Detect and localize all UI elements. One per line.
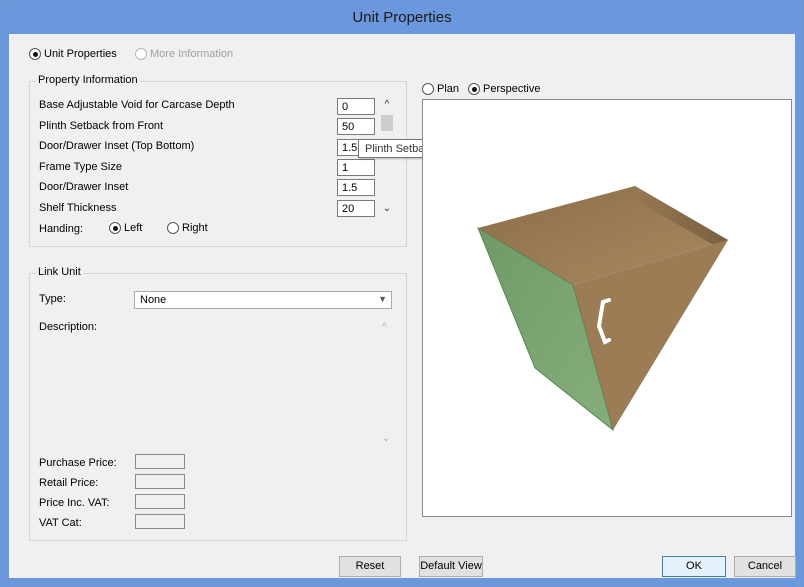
- perspective-view-radio[interactable]: Perspective: [468, 83, 540, 95]
- vat-cat-field[interactable]: [135, 514, 185, 529]
- price-inc-vat-label: Price Inc. VAT:: [39, 497, 110, 509]
- reset-button[interactable]: Reset: [339, 556, 401, 577]
- shelf-thickness-input[interactable]: 20: [337, 200, 375, 217]
- frame-type-size-label: Frame Type Size: [39, 161, 122, 173]
- scroll-down-icon[interactable]: ⌄: [382, 433, 390, 444]
- radio-selected-icon: [29, 48, 41, 60]
- type-label: Type:: [39, 293, 66, 305]
- frame-type-size-input[interactable]: 1: [337, 159, 375, 176]
- scroll-down-icon[interactable]: ⌄: [379, 203, 395, 214]
- ok-button[interactable]: OK: [662, 556, 726, 577]
- link-type-value: None: [140, 294, 167, 306]
- more-information-radio[interactable]: More Information: [135, 48, 233, 60]
- handing-right-radio[interactable]: Right: [167, 222, 208, 234]
- more-information-label: More Information: [150, 48, 234, 60]
- scroll-up-icon[interactable]: ^: [382, 322, 387, 333]
- link-unit-legend: Link Unit: [36, 266, 83, 278]
- dropdown-arrow-icon[interactable]: ▼: [378, 294, 387, 304]
- handing-left-radio[interactable]: Left: [109, 222, 142, 234]
- retail-price-label: Retail Price:: [39, 477, 99, 489]
- retail-price-field[interactable]: [135, 474, 185, 489]
- property-scrollbar[interactable]: ^ ⌄: [379, 97, 395, 219]
- window-border-bottom: [1, 578, 804, 586]
- radio-selected-icon: [468, 83, 480, 95]
- scroll-up-icon[interactable]: ^: [379, 99, 395, 110]
- radio-selected-icon: [109, 222, 121, 234]
- plan-view-radio[interactable]: Plan: [422, 83, 459, 95]
- description-label: Description:: [39, 321, 98, 333]
- window-border-left: [1, 34, 9, 587]
- base-adjustable-void-label: Base Adjustable Void for Carcase Depth: [39, 99, 235, 111]
- plinth-setback-input[interactable]: 50: [337, 118, 375, 135]
- unit-properties-window: Unit Properties Unit Properties More Inf…: [0, 0, 804, 587]
- unit-properties-label: Unit Properties: [44, 48, 117, 60]
- shelf-thickness-label: Shelf Thickness: [39, 202, 117, 214]
- description-area[interactable]: [134, 317, 394, 451]
- perspective-view-label: Perspective: [483, 83, 541, 95]
- vat-cat-label: VAT Cat:: [39, 517, 82, 529]
- base-adjustable-void-input[interactable]: 0: [337, 98, 375, 115]
- cancel-button[interactable]: Cancel: [734, 556, 796, 577]
- title-bar[interactable]: Unit Properties: [1, 1, 803, 34]
- scroll-thumb[interactable]: [381, 115, 393, 131]
- unit-properties-radio[interactable]: Unit Properties: [29, 48, 117, 60]
- purchase-price-field[interactable]: [135, 454, 185, 469]
- plinth-setback-label: Plinth Setback from Front: [39, 120, 164, 132]
- plan-view-label: Plan: [437, 83, 460, 95]
- handing-right-label: Right: [182, 222, 208, 234]
- radio-unselected-icon: [167, 222, 179, 234]
- default-view-button[interactable]: Default View: [419, 556, 483, 577]
- door-drawer-inset-top-bottom-label: Door/Drawer Inset (Top Bottom): [39, 140, 195, 152]
- window-title: Unit Properties: [352, 9, 452, 26]
- door-drawer-inset-input[interactable]: 1.5: [337, 179, 375, 196]
- link-type-select[interactable]: None ▼: [134, 291, 392, 309]
- window-border-right: [795, 34, 803, 587]
- unit-3d-preview[interactable]: [422, 99, 792, 517]
- property-information-legend: Property Information: [36, 74, 140, 86]
- radio-unselected-icon: [135, 48, 147, 60]
- handing-left-label: Left: [124, 222, 143, 234]
- purchase-price-label: Purchase Price:: [39, 457, 117, 469]
- cabinet-3d-render: [476, 186, 728, 432]
- description-scrollbar[interactable]: ^ ⌄: [379, 317, 395, 451]
- handing-label: Handing:: [39, 223, 84, 235]
- radio-unselected-icon: [422, 83, 434, 95]
- price-inc-vat-field[interactable]: [135, 494, 185, 509]
- door-drawer-inset-label: Door/Drawer Inset: [39, 181, 129, 193]
